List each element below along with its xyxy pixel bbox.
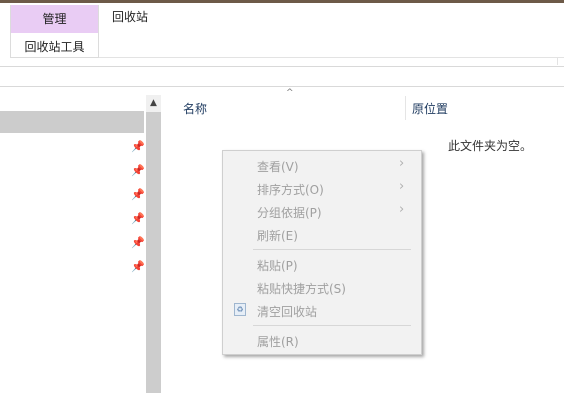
menu-item-refresh[interactable]: 刷新(E)	[223, 223, 421, 246]
recycle-bin-icon: ♻	[234, 303, 246, 316]
menu-item-paste[interactable]: 粘贴(P)	[223, 253, 421, 276]
menu-item-sort-by[interactable]: 排序方式(O) ›	[223, 177, 421, 200]
menu-item-label: 刷新(E)	[257, 229, 298, 243]
ribbon-divider	[99, 57, 564, 58]
menu-item-properties[interactable]: 属性(R)	[223, 329, 421, 352]
menu-item-group-by[interactable]: 分组依据(P) ›	[223, 200, 421, 223]
pin-icon[interactable]: 📌	[131, 237, 145, 249]
menu-item-label: 清空回收站	[257, 305, 318, 319]
menu-item-label: 粘贴(P)	[257, 259, 298, 273]
menu-item-label: 属性(R)	[257, 335, 299, 349]
tab-recycle-bin-tools[interactable]: 回收站工具	[11, 38, 98, 56]
submenu-arrow-icon: ›	[399, 179, 405, 194]
column-header-name[interactable]: 名称	[183, 100, 207, 117]
column-header-row	[171, 95, 564, 121]
menu-item-paste-shortcut[interactable]: 粘贴快捷方式(S)	[223, 276, 421, 299]
menu-item-view[interactable]: 查看(V) ›	[223, 154, 421, 177]
menu-separator	[253, 249, 411, 250]
pin-icon[interactable]: 📌	[131, 189, 145, 201]
sort-ascending-icon: ^	[286, 88, 294, 98]
contextual-tab-group: 管理 回收站工具	[10, 5, 99, 58]
pin-icon[interactable]: 📌	[131, 213, 145, 225]
menu-separator	[253, 325, 411, 326]
menu-item-label: 排序方式(O)	[257, 183, 324, 197]
scroll-up-button[interactable]: ▲	[146, 95, 161, 112]
empty-folder-message: 此文件夹为空。	[448, 139, 533, 153]
menu-item-label: 分组依据(P)	[257, 206, 322, 220]
ribbon-divider-cap	[557, 57, 558, 65]
nav-item-selected[interactable]	[0, 111, 144, 133]
menu-item-label: 粘贴快捷方式(S)	[257, 282, 346, 296]
column-header-original-location[interactable]: 原位置	[412, 100, 448, 117]
menu-item-label: 查看(V)	[257, 160, 299, 174]
submenu-arrow-icon: ›	[399, 156, 405, 171]
window-top-edge	[0, 0, 564, 3]
window-title: 回收站	[112, 10, 149, 24]
column-separator[interactable]	[405, 96, 406, 120]
context-menu: 查看(V) › 排序方式(O) › 分组依据(P) › 刷新(E) 粘贴(P) …	[222, 150, 422, 355]
pin-icon[interactable]: 📌	[131, 165, 145, 177]
navigation-pane	[0, 95, 146, 393]
menu-item-empty-recycle-bin[interactable]: ♻ 清空回收站	[223, 299, 421, 322]
tab-manage[interactable]: 管理	[11, 5, 98, 33]
pin-icon[interactable]: 📌	[131, 141, 145, 153]
pin-icon[interactable]: 📌	[131, 261, 145, 273]
address-bar[interactable]	[0, 66, 564, 87]
submenu-arrow-icon: ›	[399, 202, 405, 217]
nav-scrollbar[interactable]	[146, 95, 161, 393]
